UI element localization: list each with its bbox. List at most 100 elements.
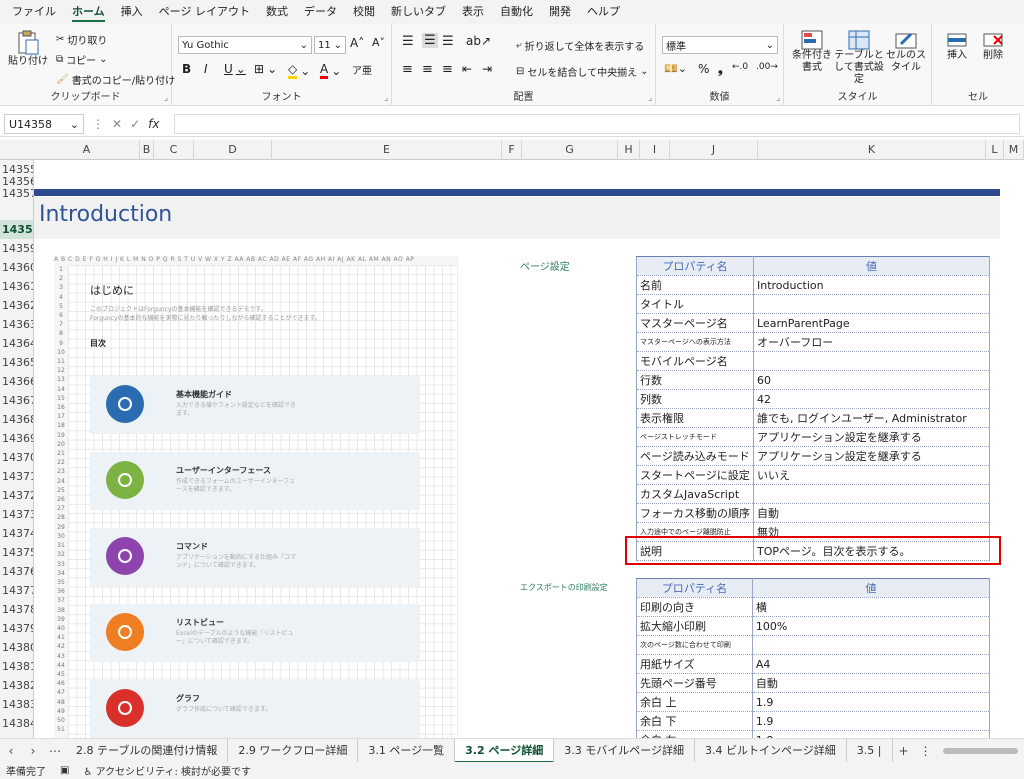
column-header-F[interactable]: F [502,140,522,160]
insert-cells-button[interactable]: 挿入 [940,30,974,62]
property-value[interactable]: アプリケーション設定を継承する [753,427,990,447]
row-header-14383[interactable]: 14383 [0,695,33,714]
property-value[interactable]: 自動 [751,673,991,693]
row-header-14379[interactable]: 14379 [0,619,33,638]
scroll-left-icon[interactable]: ‹ [0,744,22,758]
property-name[interactable]: 余白 下 [636,711,753,731]
property-value[interactable]: Introduction [753,275,990,295]
increase-decimal-button[interactable]: ←.0 [732,62,748,72]
row-header-14374[interactable]: 14374 [0,524,33,543]
column-header-B[interactable]: B [140,140,154,160]
property-value[interactable]: 自動 [753,503,990,523]
property-value[interactable] [753,351,990,371]
paste-button[interactable]: 貼り付け [8,30,48,68]
sheet-tab[interactable]: 3.3 モバイルページ詳細 [554,738,696,763]
row-header-14364[interactable]: 14364 [0,334,33,353]
align-middle-button[interactable]: ☰ [422,33,438,48]
property-value[interactable]: いいえ [753,465,990,485]
menu-tab-6[interactable]: 校閲 [345,0,383,24]
scroll-right-icon[interactable]: › [22,744,44,758]
font-name-select[interactable]: Yu Gothic ⌄ [178,36,312,54]
property-value[interactable]: LearnParentPage [753,313,990,333]
cut-button[interactable]: ✂ 切り取り [56,32,107,47]
name-box[interactable]: U14358 ⌄ [4,114,84,134]
bold-button[interactable]: B [182,62,191,76]
row-header-14368[interactable]: 14368 [0,410,33,429]
property-value[interactable] [753,294,990,314]
comma-button[interactable]: ❟ [718,62,723,77]
property-name[interactable]: 用紙サイズ [636,654,753,674]
accessibility-status[interactable]: ♿ アクセシビリティ: 検討が必要です [83,763,251,778]
menu-tab-8[interactable]: 表示 [454,0,492,24]
delete-cells-button[interactable]: 削除 [976,30,1010,62]
property-name[interactable]: 次のページ数に合わせて印刷 [636,635,753,655]
property-name[interactable]: 表示権限 [636,408,754,428]
menu-tab-5[interactable]: データ [296,0,345,24]
property-name[interactable]: 余白 左 [636,730,753,738]
align-left-button[interactable]: ≡ [402,62,413,77]
conditional-format-button[interactable]: 条件付き書式 [788,30,836,74]
property-name[interactable]: カスタムJavaScript [636,484,754,504]
tab-options-icon[interactable]: ⋮ [915,744,937,758]
row-header-14367[interactable]: 14367 [0,391,33,410]
borders-button[interactable]: ⊞ ⌄ [254,62,277,76]
property-name[interactable]: 拡大縮小印刷 [636,616,753,636]
sheet-stats-icon[interactable]: ▣ [60,765,69,776]
row-header-14370[interactable]: 14370 [0,448,33,467]
more-icon[interactable]: ⋮ [92,117,104,131]
row-header-14380[interactable]: 14380 [0,638,33,657]
property-name[interactable]: 先頭ページ番号 [636,673,753,693]
row-header-14384[interactable]: 14384 [0,714,33,733]
worksheet[interactable]: Introduction A B C D E F G H I J K L M N… [34,160,1024,738]
dialog-launcher-icon[interactable]: ⌟ [384,93,388,102]
increase-font-button[interactable]: A˄ [350,36,364,50]
decrease-font-button[interactable]: A˅ [372,36,385,49]
sheet-tab[interactable]: 2.9 ワークフロー詳細 [228,738,359,763]
menu-tab-10[interactable]: 開発 [541,0,579,24]
cell-styles-button[interactable]: セルのスタイル [884,30,928,74]
menu-tab-9[interactable]: 自動化 [492,0,541,24]
property-name[interactable]: ページ読み込みモード [636,446,754,466]
increase-indent-button[interactable]: ⇥ [482,62,492,76]
column-header-A[interactable]: A [34,140,140,160]
copy-button[interactable]: ⧉ コピー ⌄ [56,52,108,67]
row-header-14361[interactable]: 14361 [0,277,33,296]
check-icon[interactable]: ✓ [130,117,140,131]
row-header-14365[interactable]: 14365 [0,353,33,372]
horizontal-scrollbar[interactable] [942,747,1018,754]
sheet-tab[interactable]: 2.8 テーブルの関連付け情報 [66,738,229,763]
decrease-indent-button[interactable]: ⇤ [462,62,472,76]
menu-tab-1[interactable]: ホーム [64,0,113,24]
align-right-button[interactable]: ≡ [442,62,453,77]
row-header-14363[interactable]: 14363 [0,315,33,334]
column-header-H[interactable]: H [618,140,640,160]
property-name[interactable]: 名前 [636,275,754,295]
row-header-14358[interactable]: 14358 [0,220,33,239]
row-header-14382[interactable]: 14382 [0,676,33,695]
row-header-14371[interactable]: 14371 [0,467,33,486]
column-header-L[interactable]: L [986,140,1004,160]
property-value[interactable]: 誰でも, ログインユーザー, Administrator [753,408,990,428]
property-value[interactable]: 100% [751,616,991,636]
property-name[interactable]: タイトル [636,294,754,314]
property-value[interactable]: 1.9 [751,711,991,731]
format-painter-button[interactable]: 🖌 書式のコピー/貼り付け [56,72,175,87]
column-header-G[interactable]: G [522,140,618,160]
column-header-M[interactable]: M [1004,140,1024,160]
property-value[interactable]: 1.8 [751,730,991,738]
row-header-14366[interactable]: 14366 [0,372,33,391]
property-value[interactable]: 1.9 [751,692,991,712]
row-header-14360[interactable]: 14360 [0,258,33,277]
property-name[interactable]: 余白 上 [636,692,753,712]
row-header-14372[interactable]: 14372 [0,486,33,505]
orientation-button[interactable]: ab↗ [466,34,491,48]
number-format-select[interactable]: 標準 ⌄ [662,36,778,54]
column-header-K[interactable]: K [758,140,986,160]
dialog-launcher-icon[interactable]: ⌟ [776,93,780,102]
menu-tab-4[interactable]: 数式 [258,0,296,24]
add-sheet-icon[interactable]: + [893,744,915,758]
row-header-14362[interactable]: 14362 [0,296,33,315]
column-header-C[interactable]: C [154,140,194,160]
menu-tab-0[interactable]: ファイル [4,0,64,24]
row-header-14377[interactable]: 14377 [0,581,33,600]
